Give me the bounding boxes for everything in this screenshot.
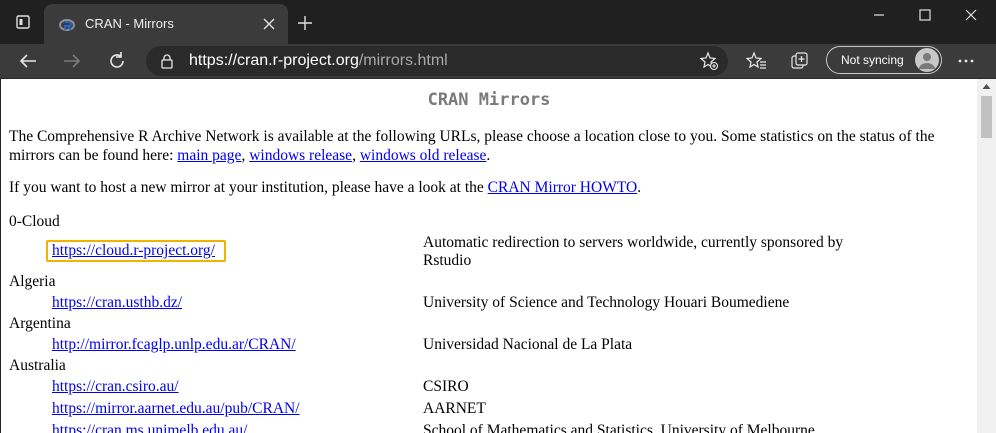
country-heading: Argentina [9,315,71,332]
favorites-icon[interactable] [745,50,767,72]
active-tab[interactable]: CRAN - Mirrors [44,4,288,44]
mirror-description: CSIRO [423,378,469,395]
period: . [486,147,491,164]
address-bar[interactable]: https://cran.r-project.org/mirrors.html [146,46,728,76]
avatar-icon [915,48,939,72]
mirror-link[interactable]: https://cran.ms.unimelb.edu.au/ [52,422,247,433]
back-arrow-icon[interactable] [17,50,39,72]
country-heading: Australia [9,357,66,374]
minimize-icon[interactable] [856,0,902,32]
link-mirror-howto[interactable]: CRAN Mirror HOWTO [488,179,638,196]
more-menu-icon[interactable] [955,50,977,72]
intro-paragraph: The Comprehensive R Archive Network is a… [9,127,969,165]
link-windows-old-release[interactable]: windows old release [360,147,487,164]
url-text: https://cran.r-project.org/mirrors.html [189,52,448,70]
link-windows-release[interactable]: windows release [249,147,352,164]
browser-toolbar: https://cran.r-project.org/mirrors.html … [0,44,996,79]
title-bar: CRAN - Mirrors [0,0,996,44]
country-heading: 0-Cloud [9,213,60,230]
maximize-icon[interactable] [902,0,948,32]
mirror-link[interactable]: https://cloud.r-project.org/ [52,242,215,260]
page-viewport: CRAN Mirrors The Comprehensive R Archive… [1,79,977,433]
mirror-link[interactable]: http://mirror.fcaglp.unlp.edu.ar/CRAN/ [52,336,296,354]
mirror-link[interactable]: https://cran.usthb.dz/ [52,294,182,312]
country-heading: Algeria [9,273,56,290]
refresh-icon[interactable] [106,50,128,72]
url-path: /mirrors.html [358,52,448,69]
mirror-description: School of Mathematics and Statistics, Un… [423,422,815,433]
mirror-description: AARNET [423,400,486,417]
scroll-up-icon[interactable] [982,83,991,90]
profile-button[interactable]: Not syncing [826,46,942,74]
collections-icon[interactable] [789,50,811,72]
mirror-description: University of Science and Technology Hou… [423,294,790,311]
forward-arrow-icon[interactable] [61,50,83,72]
add-favorite-icon[interactable] [699,51,719,71]
separator: , [352,147,360,164]
host-paragraph: If you want to host a new mirror at your… [9,178,969,197]
scrollbar-thumb[interactable] [981,96,992,138]
link-main-page[interactable]: main page [177,147,241,164]
host-text: If you want to host a new mirror at your… [9,179,488,196]
page-title: CRAN Mirrors [427,90,551,110]
new-tab-icon[interactable] [296,14,314,32]
close-tab-icon[interactable] [260,15,278,33]
period: . [637,179,642,196]
tab-actions-icon[interactable] [16,15,30,29]
url-origin: https://cran.r-project.org [189,52,359,69]
vertical-scrollbar[interactable] [977,79,996,433]
close-window-icon[interactable] [948,0,994,32]
mirror-link[interactable]: https://mirror.aarnet.edu.au/pub/CRAN/ [52,400,300,418]
mirror-description: Automatic redirection to servers worldwi… [423,234,844,269]
mirror-link[interactable]: https://cran.csiro.au/ [52,378,179,396]
r-logo-icon [59,19,75,31]
mirror-description: Universidad Nacional de La Plata [423,336,633,353]
profile-label: Not syncing [841,53,904,67]
lock-icon[interactable] [160,53,174,69]
tab-title: CRAN - Mirrors [85,16,174,31]
